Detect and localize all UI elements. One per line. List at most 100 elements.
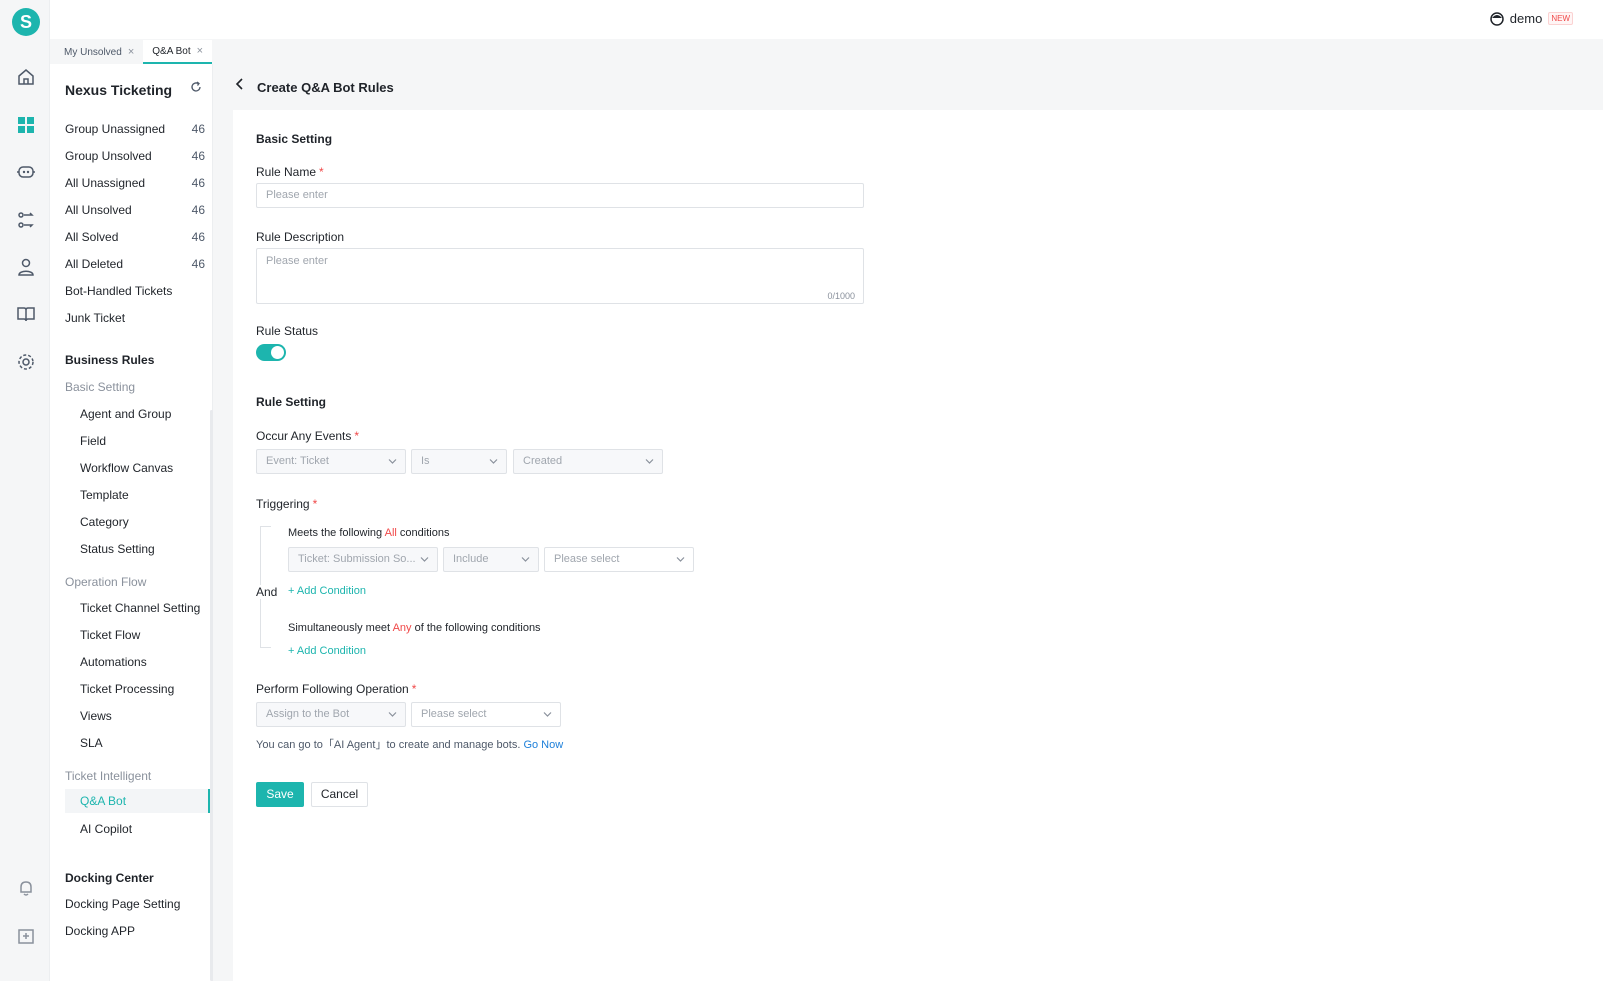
sidebar-item-all-solved[interactable]: All Solved 46 [65,230,205,244]
add-condition-any-button[interactable]: + Add Condition [288,645,366,657]
sidebar-title: Nexus Ticketing [65,82,173,98]
rule-name-input[interactable]: Please enter [256,183,864,208]
condition-value-select[interactable]: Please select [544,547,694,572]
sidebar-item-docking-app[interactable]: Docking APP [65,924,205,938]
chevron-down-icon [420,557,429,562]
tab-my-unsolved[interactable]: My Unsolved × [55,40,143,64]
section-docking-center: Docking Center [65,871,154,885]
sidebar-item-sla[interactable]: SLA [80,736,208,750]
count-badge: 46 [191,203,205,217]
sidebar-item-ticket-channel[interactable]: Ticket Channel Setting [80,601,208,615]
sidebar-item-field[interactable]: Field [80,434,208,448]
bell-icon[interactable] [15,877,37,899]
sidebar-item-bot-handled[interactable]: Bot-Handled Tickets [65,284,205,298]
chevron-down-icon [521,557,530,562]
tab-label: My Unsolved [64,46,122,58]
user-icon[interactable] [15,256,37,278]
sidebar-item-views[interactable]: Views [80,709,208,723]
sidebar-item-group-unsolved[interactable]: Group Unsolved 46 [65,149,205,163]
section-business-rules: Business Rules [65,353,155,367]
count-badge: 46 [191,122,205,136]
count-badge: 46 [191,257,205,271]
char-counter: 0/1000 [827,291,855,301]
event-select[interactable]: Event: Ticket [256,449,406,474]
tab-bar: My Unsolved × Q&A Bot × [50,39,1603,64]
flow-icon[interactable] [15,209,37,231]
sidebar-item-all-deleted[interactable]: All Deleted 46 [65,257,205,271]
sidebar-item-ticket-processing[interactable]: Ticket Processing [80,682,208,696]
home-icon[interactable] [15,66,37,88]
close-icon[interactable]: × [197,45,203,57]
event-value-select[interactable]: Created [513,449,663,474]
avatar-icon [1490,11,1504,26]
sidebar-item-status-setting[interactable]: Status Setting [80,542,208,556]
dashboard-icon[interactable] [15,114,37,136]
bot-icon[interactable] [15,161,37,183]
chevron-down-icon [543,712,552,717]
rule-description-label: Rule Description [256,230,345,244]
import-icon[interactable] [15,925,37,947]
rule-name-label: Rule Name * [256,165,324,179]
sidebar-item-all-unassigned[interactable]: All Unassigned 46 [65,176,205,190]
all-conditions-text: Meets the following All conditions [288,527,450,539]
chevron-down-icon [676,557,685,562]
bot-hint: You can go to「AI Agent」to create and man… [256,739,564,751]
any-conditions-text: Simultaneously meet Any of the following… [288,622,541,634]
rule-description-textarea[interactable]: Please enter 0/1000 [256,248,864,304]
page-header: Create Q&A Bot Rules [233,64,1603,110]
toggle-knob [271,346,284,359]
sidebar-item-docking-page[interactable]: Docking Page Setting [65,897,205,911]
section-basic-setting: Basic Setting [256,132,333,146]
occur-events-label: Occur Any Events * [256,429,360,443]
sidebar-item-automations[interactable]: Automations [80,655,208,669]
page-title: Create Q&A Bot Rules [257,80,394,95]
book-icon[interactable] [15,303,37,325]
group-operation-flow: Operation Flow [65,575,147,589]
operation-target-select[interactable]: Please select [411,702,561,727]
chevron-down-icon [645,459,654,464]
operation-action-select[interactable]: Assign to the Bot [256,702,406,727]
sidebar-item-ticket-flow[interactable]: Ticket Flow [80,628,208,642]
sidebar-scrollbar[interactable] [210,410,213,981]
condition-field-select[interactable]: Ticket: Submission So... [288,547,438,572]
app-logo[interactable]: S [12,8,40,36]
tab-qa-bot[interactable]: Q&A Bot × [143,40,213,64]
main-content: Create Q&A Bot Rules Basic Setting Rule … [233,64,1603,981]
top-bar: demo NEW [50,0,1603,39]
sidebar-item-group-unassigned[interactable]: Group Unassigned 46 [65,122,205,136]
sidebar-item-workflow-canvas[interactable]: Workflow Canvas [80,461,208,475]
gear-icon[interactable] [15,351,37,373]
rule-status-toggle[interactable] [256,344,286,361]
count-badge: 46 [191,230,205,244]
and-label: And [256,585,280,599]
operation-label: Perform Following Operation * [256,682,417,696]
rule-status-label: Rule Status [256,324,319,338]
textarea-placeholder: Please enter [266,255,328,267]
sidebar: Nexus Ticketing Group Unassigned 46 Group… [50,64,213,981]
refresh-icon[interactable] [190,81,202,93]
condition-operator-select[interactable]: Include [443,547,539,572]
tab-label: Q&A Bot [152,45,191,57]
icon-rail: S [0,0,50,981]
chevron-down-icon [388,712,397,717]
sidebar-item-junk-ticket[interactable]: Junk Ticket [65,311,205,325]
event-operator-select[interactable]: Is [411,449,507,474]
chevron-down-icon [388,459,397,464]
section-rule-setting: Rule Setting [256,395,327,409]
sidebar-item-agent-group[interactable]: Agent and Group [80,407,208,421]
sidebar-item-qa-bot[interactable]: Q&A Bot [65,789,210,813]
sidebar-item-ai-copilot[interactable]: AI Copilot [80,822,208,836]
new-badge: NEW [1548,12,1573,25]
user-menu[interactable]: demo NEW [1490,11,1573,26]
sidebar-item-template[interactable]: Template [80,488,208,502]
back-icon[interactable] [233,77,247,91]
sidebar-item-all-unsolved[interactable]: All Unsolved 46 [65,203,205,217]
go-now-link[interactable]: Go Now [523,739,563,751]
add-condition-all-button[interactable]: + Add Condition [288,585,366,597]
sidebar-item-category[interactable]: Category [80,515,208,529]
count-badge: 46 [191,176,205,190]
group-basic-setting: Basic Setting [65,380,136,394]
close-icon[interactable]: × [128,46,134,58]
save-button[interactable]: Save [256,782,304,807]
cancel-button[interactable]: Cancel [311,782,368,807]
